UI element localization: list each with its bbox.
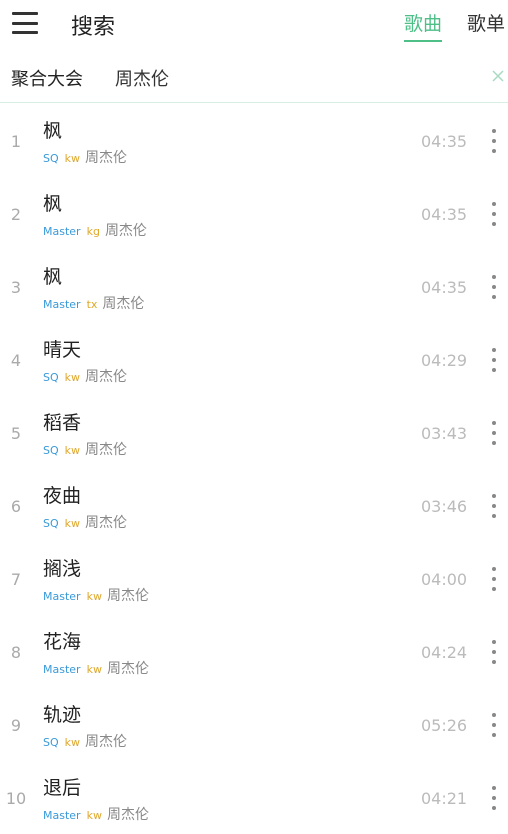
song-meta: SQ kw 周杰伦 [43, 366, 127, 386]
song-title: 稻香 [43, 412, 82, 434]
quality-badge: Master [43, 298, 81, 311]
song-duration: 04:24 [421, 643, 468, 662]
song-meta: SQ kw 周杰伦 [43, 512, 127, 532]
song-row[interactable]: 8 花海 Master kw 周杰伦 04:24 [0, 615, 508, 688]
search-input[interactable]: 周杰伦 [115, 65, 169, 91]
song-row[interactable]: 3 枫 Master tx 周杰伦 04:35 [0, 250, 508, 323]
song-meta: Master kg 周杰伦 [43, 220, 147, 240]
song-index: 8 [10, 643, 22, 662]
vertical-ellipsis-icon[interactable] [485, 786, 503, 810]
source-badge: kw [64, 444, 81, 457]
song-meta: SQ kw 周杰伦 [43, 439, 127, 459]
song-row[interactable]: 1 枫 SQ kw 周杰伦 04:35 [0, 104, 508, 177]
song-index: 2 [10, 205, 22, 224]
source-badge: kw [64, 517, 81, 530]
song-duration: 05:26 [421, 716, 468, 735]
song-artist: 周杰伦 [85, 442, 128, 458]
song-title: 夜曲 [43, 485, 82, 507]
song-meta: SQ kw 周杰伦 [43, 147, 127, 167]
song-index: 9 [10, 716, 22, 735]
source-badge: kw [64, 152, 81, 165]
song-row[interactable]: 7 搁浅 Master kw 周杰伦 04:00 [0, 542, 508, 615]
quality-badge: SQ [43, 444, 59, 457]
tab-songs[interactable]: 歌曲 [404, 9, 443, 42]
quality-badge: Master [43, 225, 81, 238]
song-row[interactable]: 9 轨迹 SQ kw 周杰伦 05:26 [0, 688, 508, 761]
song-row[interactable]: 10 退后 Master kw 周杰伦 04:21 [0, 761, 508, 834]
hamburger-menu-icon[interactable] [12, 12, 38, 34]
song-duration: 04:35 [421, 205, 468, 224]
song-title: 枫 [43, 266, 63, 288]
source-selector[interactable]: 聚合大会 [11, 65, 83, 91]
song-artist: 周杰伦 [106, 588, 149, 604]
song-meta: Master kw 周杰伦 [43, 658, 149, 678]
song-title: 枫 [43, 193, 63, 215]
song-row[interactable]: 6 夜曲 SQ kw 周杰伦 03:46 [0, 469, 508, 542]
tab-playlists[interactable]: 歌单 [467, 9, 505, 40]
song-title: 轨迹 [43, 704, 82, 726]
song-duration: 03:46 [421, 497, 468, 516]
song-artist: 周杰伦 [85, 150, 128, 166]
song-meta: SQ kw 周杰伦 [43, 731, 127, 751]
vertical-ellipsis-icon[interactable] [485, 640, 503, 664]
song-title: 花海 [43, 631, 82, 653]
source-badge: kw [64, 736, 81, 749]
vertical-ellipsis-icon[interactable] [485, 713, 503, 737]
song-row[interactable]: 2 枫 Master kg 周杰伦 04:35 [0, 177, 508, 250]
song-artist: 周杰伦 [104, 223, 147, 239]
quality-badge: Master [43, 809, 81, 822]
quality-badge: SQ [43, 517, 59, 530]
song-row[interactable]: 4 晴天 SQ kw 周杰伦 04:29 [0, 323, 508, 396]
song-artist: 周杰伦 [85, 515, 128, 531]
song-meta: Master kw 周杰伦 [43, 585, 149, 605]
song-index: 5 [10, 424, 22, 443]
song-artist: 周杰伦 [85, 369, 128, 385]
app-header: 搜索 歌曲 歌单 [0, 0, 508, 48]
source-badge: kw [86, 809, 102, 822]
song-duration: 03:43 [421, 424, 468, 443]
source-badge: kg [86, 225, 100, 238]
song-duration: 04:35 [421, 278, 468, 297]
close-icon[interactable] [491, 69, 505, 83]
source-badge: tx [86, 298, 98, 311]
song-duration: 04:00 [421, 570, 468, 589]
song-meta: Master tx 周杰伦 [43, 293, 144, 313]
song-artist: 周杰伦 [102, 296, 145, 312]
song-duration: 04:29 [421, 351, 468, 370]
song-index: 10 [5, 789, 27, 808]
vertical-ellipsis-icon[interactable] [485, 202, 503, 226]
vertical-ellipsis-icon[interactable] [485, 567, 503, 591]
song-meta: Master kw 周杰伦 [43, 804, 149, 824]
vertical-ellipsis-icon[interactable] [485, 348, 503, 372]
song-duration: 04:21 [421, 789, 468, 808]
song-duration: 04:35 [421, 132, 468, 151]
song-title: 晴天 [43, 339, 82, 361]
song-artist: 周杰伦 [106, 661, 149, 677]
song-index: 1 [10, 132, 22, 151]
song-index: 3 [10, 278, 22, 297]
song-artist: 周杰伦 [85, 734, 128, 750]
quality-badge: SQ [43, 736, 59, 749]
quality-badge: SQ [43, 152, 59, 165]
song-title: 退后 [43, 777, 82, 799]
song-title: 搁浅 [43, 558, 82, 580]
song-row[interactable]: 5 稻香 SQ kw 周杰伦 03:43 [0, 396, 508, 469]
vertical-ellipsis-icon[interactable] [485, 494, 503, 518]
vertical-ellipsis-icon[interactable] [485, 129, 503, 153]
quality-badge: Master [43, 663, 81, 676]
page-title: 搜索 [71, 15, 116, 40]
search-bar: 聚合大会 周杰伦 [0, 52, 508, 103]
source-badge: kw [86, 590, 102, 603]
song-index: 4 [10, 351, 22, 370]
vertical-ellipsis-icon[interactable] [485, 421, 503, 445]
vertical-ellipsis-icon[interactable] [485, 275, 503, 299]
song-title: 枫 [43, 120, 63, 142]
song-index: 7 [10, 570, 22, 589]
quality-badge: SQ [43, 371, 59, 384]
quality-badge: Master [43, 590, 81, 603]
source-badge: kw [86, 663, 102, 676]
source-badge: kw [64, 371, 81, 384]
song-artist: 周杰伦 [106, 807, 149, 823]
song-index: 6 [10, 497, 22, 516]
